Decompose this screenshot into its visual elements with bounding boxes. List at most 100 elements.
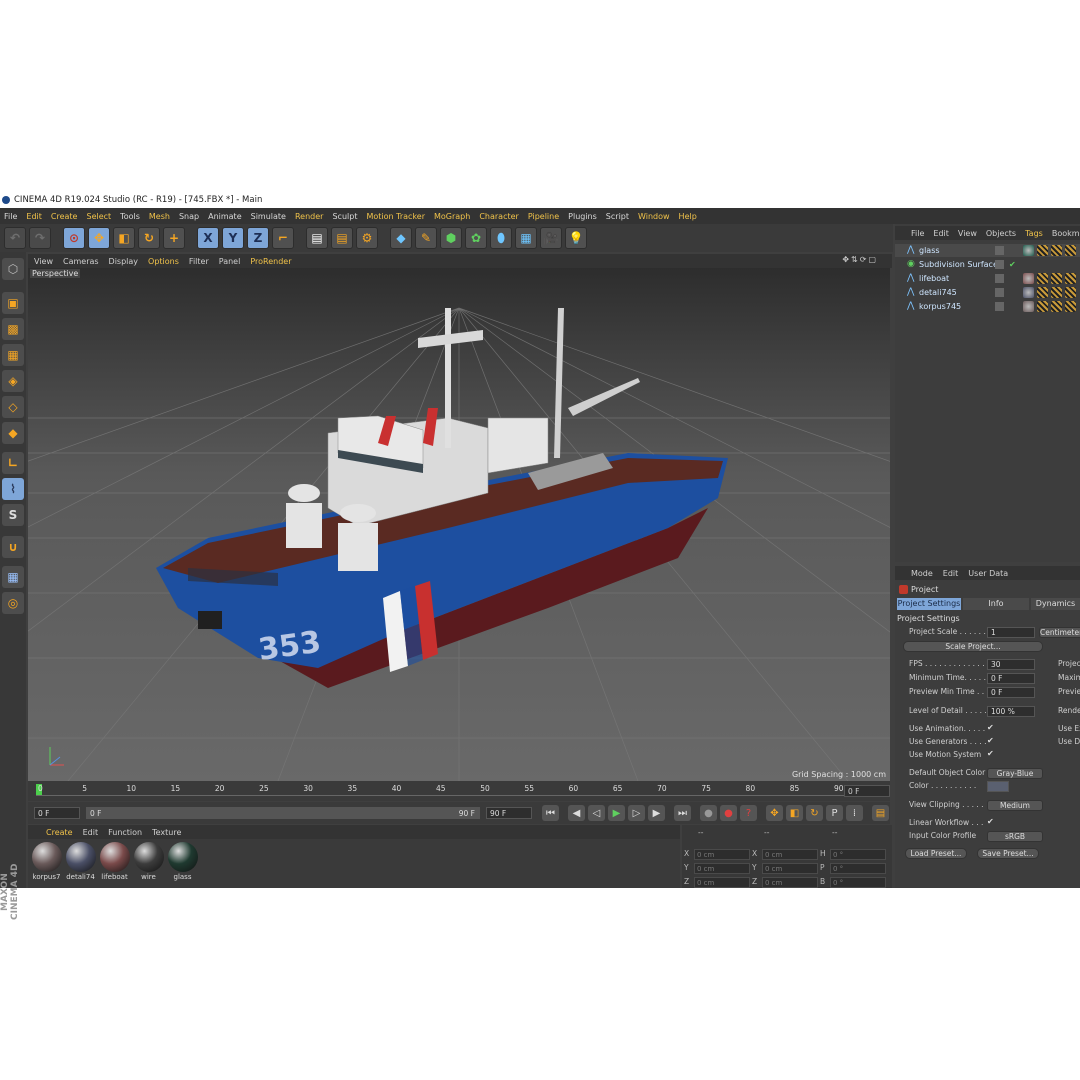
subdivision-surface-icon[interactable]: ⬢ xyxy=(440,227,462,249)
default-object-color-dropdown[interactable]: Gray-Blue xyxy=(987,768,1043,779)
light-icon[interactable]: 💡 xyxy=(565,227,587,249)
viewport-nav-icons[interactable]: ✥⇅⟳▢ xyxy=(842,255,878,264)
next-frame-icon[interactable]: ▷ xyxy=(628,805,645,821)
material-menu-create[interactable]: Create xyxy=(46,828,73,837)
texture-tag-icon[interactable] xyxy=(1065,301,1076,312)
visibility-toggle-icon[interactable] xyxy=(995,302,1004,311)
coord-value-field[interactable]: 0 ° xyxy=(830,877,886,888)
rotate-tool-icon[interactable]: ↻ xyxy=(138,227,160,249)
material-menu-edit[interactable]: Edit xyxy=(83,828,99,837)
render-picture-viewer-icon[interactable]: ▤ xyxy=(331,227,353,249)
material-tag-icon[interactable] xyxy=(1023,273,1034,284)
level-of-detail-field[interactable]: 100 % xyxy=(987,706,1035,717)
menu-edit[interactable]: Edit xyxy=(26,212,42,221)
texture-tag-icon[interactable] xyxy=(1037,273,1048,284)
load-preset-button[interactable]: Load Preset... xyxy=(905,848,967,859)
use-motion-system-checkbox[interactable]: ✔ xyxy=(987,749,994,758)
redo-icon[interactable]: ↷ xyxy=(29,227,51,249)
visibility-toggle-icon[interactable] xyxy=(995,274,1004,283)
menu-motion-tracker[interactable]: Motion Tracker xyxy=(366,212,425,221)
key-rotation-icon[interactable]: ↻ xyxy=(806,805,823,821)
viewport-menu-view[interactable]: View xyxy=(34,257,53,266)
model-mode-icon[interactable]: ▣ xyxy=(2,292,24,314)
object-menu-tags[interactable]: Tags xyxy=(1025,229,1043,238)
cloner-icon[interactable]: ✿ xyxy=(465,227,487,249)
object-menu-bookmarks[interactable]: Bookmarks xyxy=(1052,229,1080,238)
perspective-viewport[interactable]: 353 Perspective Grid Spacing : 1000 cm xyxy=(28,268,890,781)
scale-tool-icon[interactable]: ◧ xyxy=(113,227,135,249)
menu-snap[interactable]: Snap xyxy=(179,212,199,221)
viewport-menu-display[interactable]: Display xyxy=(109,257,139,266)
menu-mesh[interactable]: Mesh xyxy=(149,212,170,221)
texture-tag-icon[interactable] xyxy=(1051,301,1062,312)
texture-tag-icon[interactable] xyxy=(1051,273,1062,284)
viewport-menu-options[interactable]: Options xyxy=(148,257,179,266)
viewport-menu-cameras[interactable]: Cameras xyxy=(63,257,99,266)
go-to-end-icon[interactable]: ⏭ xyxy=(674,805,691,821)
keyframe-selection-icon[interactable]: ? xyxy=(740,805,757,821)
material-menu-texture[interactable]: Texture xyxy=(152,828,181,837)
color-swatch[interactable] xyxy=(987,781,1009,792)
render-settings-icon[interactable]: ⚙ xyxy=(356,227,378,249)
scale-project-button[interactable]: Scale Project... xyxy=(903,641,1043,652)
menu-help[interactable]: Help xyxy=(679,212,697,221)
render-view-icon[interactable]: ▤ xyxy=(306,227,328,249)
fps-field[interactable]: 30 xyxy=(987,659,1035,670)
menu-simulate[interactable]: Simulate xyxy=(251,212,286,221)
texture-tag-icon[interactable] xyxy=(1037,301,1048,312)
texture-tag-icon[interactable] xyxy=(1051,287,1062,298)
key-scale-icon[interactable]: ◧ xyxy=(786,805,803,821)
current-frame-field[interactable]: 0 F xyxy=(844,785,890,797)
cube-primitive-icon[interactable]: ◆ xyxy=(390,227,412,249)
texture-tag-icon[interactable] xyxy=(1065,245,1076,256)
visibility-toggle-icon[interactable] xyxy=(995,260,1004,269)
texture-mode-icon[interactable]: ▩ xyxy=(2,318,24,340)
previous-frame-icon[interactable]: ◁ xyxy=(588,805,605,821)
coordinate-system-icon[interactable]: ⌐ xyxy=(272,227,294,249)
snap-icon[interactable]: S xyxy=(2,504,24,526)
tab-info[interactable]: Info xyxy=(963,598,1029,610)
pen-spline-icon[interactable]: ✎ xyxy=(415,227,437,249)
make-editable-icon[interactable]: ⬡ xyxy=(2,258,24,280)
workplane-lock-icon[interactable]: ▦ xyxy=(2,566,24,588)
coord-value-field[interactable]: 0 ° xyxy=(830,863,886,874)
solo-icon[interactable]: ◎ xyxy=(2,592,24,614)
project-scale-unit-dropdown[interactable]: Centimeters xyxy=(1039,627,1080,638)
axis-mode-icon[interactable]: ∟ xyxy=(2,452,24,474)
deformer-icon[interactable]: ⬮ xyxy=(490,227,512,249)
go-to-start-icon[interactable]: ⏮ xyxy=(542,805,559,821)
tab-dynamics[interactable]: Dynamics xyxy=(1031,598,1080,610)
input-color-profile-dropdown[interactable]: sRGB xyxy=(987,831,1043,842)
object-row[interactable]: ⋀ detali745 xyxy=(895,286,1080,299)
play-icon[interactable]: ▶ xyxy=(608,805,625,821)
coord-value-field[interactable]: 0 cm xyxy=(694,849,750,860)
texture-tag-icon[interactable] xyxy=(1051,245,1062,256)
preview-min-time-field[interactable]: 0 F xyxy=(987,687,1035,698)
undo-icon[interactable]: ↶ xyxy=(4,227,26,249)
coord-value-field[interactable]: 0 cm xyxy=(694,877,750,888)
material-tag-icon[interactable] xyxy=(1023,287,1034,298)
object-row[interactable]: ◉ Subdivision Surface ✔ xyxy=(895,258,1080,271)
coord-value-field[interactable]: 0 cm xyxy=(762,863,818,874)
autokey-icon[interactable]: ● xyxy=(720,805,737,821)
material-swatch[interactable]: lifeboat xyxy=(98,842,131,884)
menu-character[interactable]: Character xyxy=(479,212,519,221)
view-clipping-dropdown[interactable]: Medium xyxy=(987,800,1043,811)
attribute-menu-mode[interactable]: Mode xyxy=(911,569,933,578)
menu-pipeline[interactable]: Pipeline xyxy=(528,212,559,221)
coord-value-field[interactable]: 0 cm xyxy=(762,877,818,888)
menu-animate[interactable]: Animate xyxy=(208,212,242,221)
save-preset-button[interactable]: Save Preset... xyxy=(977,848,1039,859)
timeline-window-icon[interactable]: ▤ xyxy=(872,805,889,821)
material-swatch[interactable]: wire xyxy=(132,842,165,884)
key-point-level-icon[interactable]: ⁞ xyxy=(846,805,863,821)
recent-tools-icon[interactable]: + xyxy=(163,227,185,249)
previous-key-icon[interactable]: ◀ xyxy=(568,805,585,821)
axis-x-lock-button[interactable]: X xyxy=(197,227,219,249)
viewport-menu-panel[interactable]: Panel xyxy=(219,257,241,266)
coord-value-field[interactable]: 0 ° xyxy=(830,849,886,860)
material-swatch[interactable]: glass xyxy=(166,842,199,884)
menu-sculpt[interactable]: Sculpt xyxy=(332,212,357,221)
material-menu-function[interactable]: Function xyxy=(108,828,142,837)
live-selection-icon[interactable]: ⊙ xyxy=(63,227,85,249)
